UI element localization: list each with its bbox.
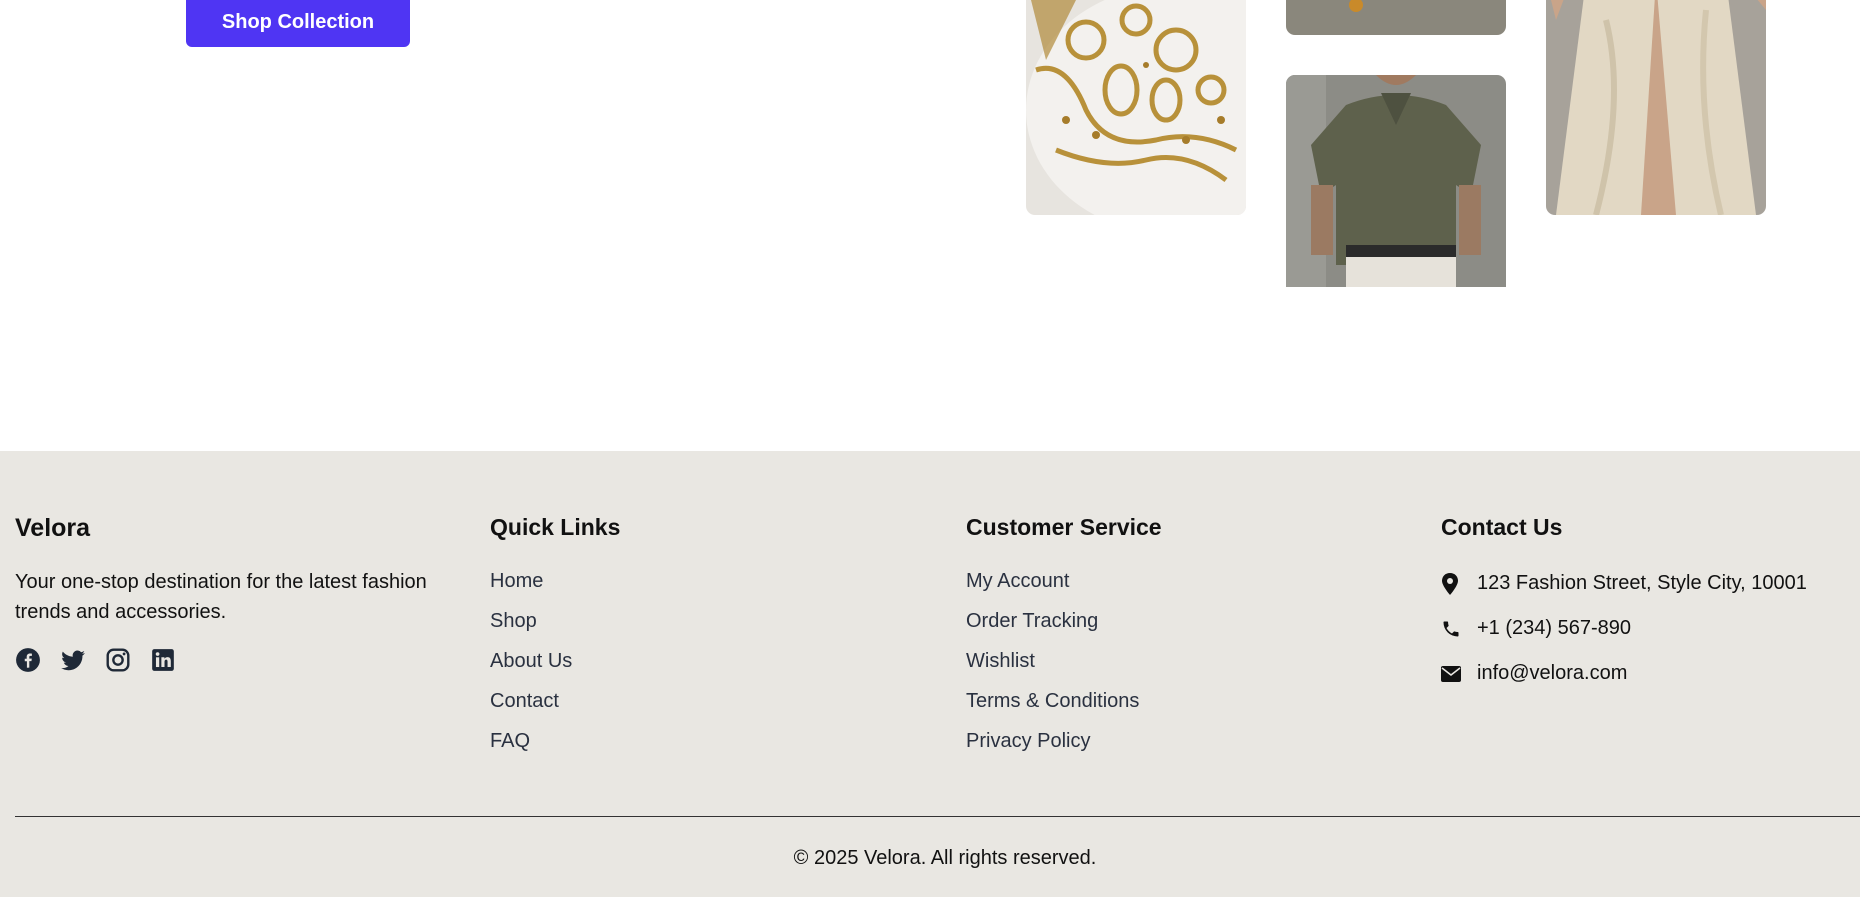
footer-customer-service-column: Customer Service My Account Order Tracki… bbox=[966, 514, 1162, 777]
contact-email-text[interactable]: info@velora.com bbox=[1477, 662, 1627, 685]
customer-service-heading: Customer Service bbox=[966, 514, 1162, 540]
contact-list: 123 Fashion Street, Style City, 10001 +1… bbox=[1441, 561, 1807, 696]
footer-link-wishlist[interactable]: Wishlist bbox=[966, 641, 1162, 681]
site-footer: Velora Your one-stop destination for the… bbox=[0, 451, 1860, 897]
facebook-icon[interactable] bbox=[15, 647, 41, 673]
footer-link-about-us[interactable]: About Us bbox=[490, 641, 620, 681]
footer-link-shop[interactable]: Shop bbox=[490, 601, 620, 641]
footer-link-home[interactable]: Home bbox=[490, 561, 620, 601]
contact-address-text: 123 Fashion Street, Style City, 10001 bbox=[1477, 572, 1807, 594]
social-links bbox=[15, 647, 455, 673]
map-pin-icon bbox=[1441, 572, 1477, 595]
quick-links-list: Home Shop About Us Contact FAQ bbox=[490, 561, 620, 761]
footer-brand-name: Velora bbox=[15, 514, 91, 542]
contact-address: 123 Fashion Street, Style City, 10001 bbox=[1441, 561, 1807, 606]
footer-link-terms[interactable]: Terms & Conditions bbox=[966, 681, 1162, 721]
footer-link-order-tracking[interactable]: Order Tracking bbox=[966, 601, 1162, 641]
customer-service-list: My Account Order Tracking Wishlist Terms… bbox=[966, 561, 1162, 761]
phone-icon bbox=[1441, 619, 1477, 639]
footer-brand-column: Velora Your one-stop destination for the… bbox=[15, 514, 455, 673]
contact-email: info@velora.com bbox=[1441, 651, 1807, 696]
contact-phone: +1 (234) 567-890 bbox=[1441, 606, 1807, 651]
jewelry-image[interactable] bbox=[1026, 0, 1246, 215]
product-image-top[interactable] bbox=[1286, 0, 1506, 35]
footer-link-faq[interactable]: FAQ bbox=[490, 721, 620, 761]
linkedin-icon[interactable] bbox=[150, 647, 176, 673]
twitter-icon[interactable] bbox=[60, 647, 86, 673]
footer-quick-links-column: Quick Links Home Shop About Us Contact F… bbox=[490, 514, 620, 777]
quick-links-heading: Quick Links bbox=[490, 514, 621, 540]
footer-contact-column: Contact Us 123 Fashion Street, Style Cit… bbox=[1441, 514, 1807, 696]
instagram-icon[interactable] bbox=[105, 647, 131, 673]
contact-phone-text[interactable]: +1 (234) 567-890 bbox=[1477, 617, 1631, 640]
footer-link-contact[interactable]: Contact bbox=[490, 681, 620, 721]
footer-link-my-account[interactable]: My Account bbox=[966, 561, 1162, 601]
shop-collection-button[interactable]: Shop Collection bbox=[186, 0, 410, 47]
polo-shirt-image[interactable] bbox=[1286, 75, 1506, 287]
copyright-text: © 2025 Velora. All rights reserved. bbox=[793, 847, 1097, 869]
footer-about-text: Your one-stop destination for the latest… bbox=[15, 571, 427, 623]
envelope-icon bbox=[1441, 665, 1477, 682]
footer-divider bbox=[15, 816, 1860, 817]
contact-heading: Contact Us bbox=[1441, 514, 1563, 540]
hero-section: Shop Collection bbox=[0, 0, 1860, 451]
footer-link-privacy[interactable]: Privacy Policy bbox=[966, 721, 1162, 761]
dress-image[interactable] bbox=[1546, 0, 1766, 215]
